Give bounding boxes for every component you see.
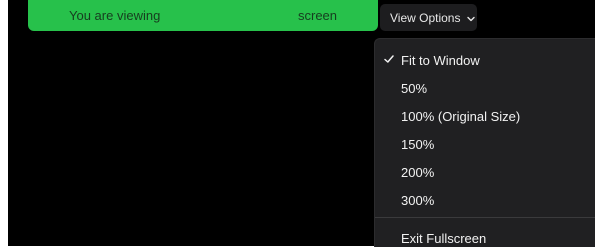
menu-item-fit-to-window[interactable]: Fit to Window	[375, 47, 595, 73]
chevron-down-icon	[466, 13, 476, 23]
menu-item-zoom-200[interactable]: 200%	[375, 159, 595, 185]
menu-item-label: 100% (Original Size)	[401, 109, 521, 124]
menu-item-zoom-100[interactable]: 100% (Original Size)	[375, 103, 595, 129]
view-options-menu: Fit to Window 50% 100% (Original Size) 1…	[374, 38, 595, 247]
menu-item-zoom-50[interactable]: 50%	[375, 75, 595, 101]
menu-item-label: 150%	[401, 137, 435, 152]
screen-share-banner: You are viewing screen	[28, 0, 378, 31]
view-options-button[interactable]: View Options	[380, 4, 477, 31]
shared-screen-area: You are viewing screen View Options Fit …	[8, 0, 595, 247]
menu-item-label: Fit to Window	[401, 53, 480, 68]
menu-item-zoom-300[interactable]: 300%	[375, 187, 595, 213]
menu-item-label: 200%	[401, 165, 435, 180]
menu-item-label: 300%	[401, 193, 435, 208]
menu-item-label: Exit Fullscreen	[401, 231, 487, 246]
checkmark-icon	[383, 53, 395, 65]
menu-item-exit-fullscreen[interactable]: Exit Fullscreen	[375, 225, 595, 251]
menu-separator	[375, 217, 595, 218]
view-options-label: View Options	[390, 10, 461, 25]
viewing-label: You are viewing	[69, 8, 161, 23]
menu-item-label: 50%	[401, 81, 428, 96]
screen-label: screen	[298, 8, 338, 23]
menu-item-zoom-150[interactable]: 150%	[375, 131, 595, 157]
